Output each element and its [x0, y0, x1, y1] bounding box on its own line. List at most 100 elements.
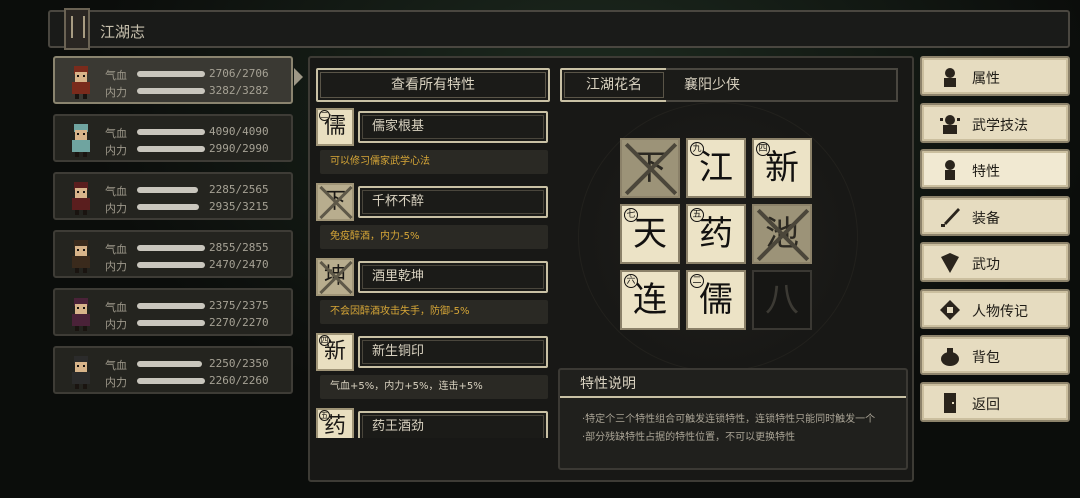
nav-sword-button[interactable]: 装备	[920, 195, 1070, 236]
mp-bar	[137, 204, 199, 210]
hp-value: 2855/2855	[209, 241, 269, 254]
trait-effect: 免疫醉酒，内力-5%	[320, 225, 548, 249]
mp-label: 内力	[105, 376, 127, 389]
mp-label: 内力	[105, 318, 127, 331]
character-card[interactable]: 气血 4090/4090 内力 2990/2990	[53, 114, 293, 162]
trait-glyph-icon: 二 儒	[316, 108, 354, 146]
nav-bag-button[interactable]: 背包	[920, 335, 1070, 375]
trait-slot[interactable]: 七 天	[620, 204, 680, 264]
nav-scroll-book-button[interactable]: 武功	[920, 242, 1070, 282]
selection-arrow-icon	[294, 68, 303, 86]
trait-item[interactable]: 四 新 新生铜印 气血+5%，内力+5%，连击+5%	[316, 333, 548, 407]
trait-glyph-icon: 五 药	[316, 408, 354, 438]
slot-number: 六	[624, 274, 638, 288]
nav-label: 属性	[972, 71, 1000, 87]
view-all-traits-button[interactable]: 查看所有特性	[316, 68, 550, 102]
trait-slot[interactable]: 池	[752, 204, 812, 264]
character-avatar	[72, 182, 90, 215]
nav-biography-button[interactable]: 人物传记	[920, 288, 1070, 329]
trait-slot[interactable]: 下	[620, 138, 680, 198]
trait-name: 儒家根基	[358, 111, 548, 143]
mp-bar	[137, 262, 205, 268]
trait-slot[interactable]: 九 江	[686, 138, 746, 198]
trait-item[interactable]: 下 千杯不醉 免疫醉酒，内力-5%	[316, 183, 548, 257]
character-card[interactable]: 气血 2375/2375 内力 2270/2270	[53, 288, 293, 336]
page-title: 江湖志	[100, 23, 146, 41]
trait-name: 千杯不醉	[358, 186, 548, 218]
character-avatar	[72, 124, 90, 157]
nav-label: 武学技法	[972, 117, 1028, 134]
character-card[interactable]: 气血 2250/2350 内力 2260/2260	[53, 346, 293, 394]
description-line: ·部分残缺特性占据的特性位置，不可以更换特性	[582, 432, 796, 443]
empty-trait-slot[interactable]: 八	[752, 270, 812, 330]
slot-number: 二	[690, 274, 704, 288]
character-card[interactable]: 气血 2855/2855 内力 2470/2470	[53, 230, 293, 278]
hp-bar	[137, 361, 202, 367]
nav-label: 武功	[972, 257, 1000, 273]
character-card[interactable]: 气血 2285/2565 内力 2935/3215	[53, 172, 293, 220]
character-avatar	[72, 298, 90, 331]
trait-list[interactable]: 二 儒 儒家根基 可以修习儒家武学心法 下 千杯不醉 免疫醉酒，内力-5% 坤 …	[316, 108, 550, 438]
slot-glyph: 八	[765, 280, 799, 320]
slot-glyph: 新	[765, 148, 799, 188]
description-line: ·特定个三个特性组合可触发连锁特性，连锁特性只能同时触发一个	[582, 414, 876, 425]
hp-value: 2706/2706	[209, 67, 269, 80]
mp-value: 2270/2270	[209, 316, 269, 329]
trait-glyph: 坤	[323, 264, 346, 289]
hp-row: 气血 4090/4090	[105, 124, 291, 140]
hp-bar	[137, 187, 198, 193]
hp-label: 气血	[105, 301, 127, 314]
hp-row: 气血 2285/2565	[105, 182, 291, 198]
mp-value: 2260/2260	[209, 374, 269, 387]
nav-traits-button[interactable]: 特性	[920, 149, 1070, 189]
hp-value: 2375/2375	[209, 299, 269, 312]
hp-value: 2285/2565	[209, 183, 269, 196]
hp-row: 气血 2250/2350	[105, 356, 291, 372]
slot-glyph: 江	[699, 148, 733, 188]
slot-glyph: 天	[633, 214, 667, 254]
mp-value: 2935/3215	[209, 200, 269, 213]
trait-item[interactable]: 二 儒 儒家根基 可以修习儒家武学心法	[316, 108, 548, 182]
attributes-icon	[944, 68, 956, 87]
nav-attributes-button[interactable]: 属性	[920, 56, 1070, 96]
trait-name: 新生铜印	[358, 336, 548, 368]
martial-skills-icon	[940, 114, 960, 134]
slot-number: 七	[624, 208, 638, 222]
mp-row: 内力 3282/3282	[105, 83, 291, 99]
door-icon	[944, 392, 956, 413]
mp-bar	[137, 88, 205, 94]
trait-item[interactable]: 五 药 药王酒劲	[316, 408, 548, 438]
nav-label: 装备	[972, 210, 1000, 227]
hp-row: 气血 2855/2855	[105, 240, 291, 256]
mp-row: 内力 2260/2260	[105, 373, 291, 389]
hp-value: 2250/2350	[209, 357, 269, 370]
nickname-value: 襄阳少侠	[684, 77, 740, 93]
mp-bar	[137, 146, 205, 152]
trait-number: 二	[319, 110, 330, 121]
character-card[interactable]: 气血 2706/2706 内力 3282/3282	[53, 56, 293, 104]
scroll-book-icon	[941, 253, 959, 273]
trait-slot[interactable]: 六 连	[620, 270, 680, 330]
mp-value: 3282/3282	[209, 84, 269, 97]
hp-bar	[137, 245, 205, 251]
slot-glyph: 池	[765, 214, 799, 254]
trait-slot[interactable]: 四 新	[752, 138, 812, 198]
biography-icon	[940, 299, 960, 320]
trait-item[interactable]: 坤 酒里乾坤 不会因醉酒攻击失手，防御-5%	[316, 258, 548, 332]
hp-bar	[137, 71, 205, 77]
mp-label: 内力	[105, 202, 127, 215]
view-all-traits-label: 查看所有特性	[391, 77, 475, 93]
nav-martial-skills-button[interactable]: 武学技法	[920, 102, 1070, 143]
nav-door-button[interactable]: 返回	[920, 381, 1070, 422]
slot-number: 五	[690, 208, 704, 222]
trait-glyph-icon: 下	[316, 183, 354, 221]
slot-number: 四	[756, 142, 770, 156]
trait-slot[interactable]: 五 药	[686, 204, 746, 264]
trait-slot[interactable]: 二 儒	[686, 270, 746, 330]
nickname-field[interactable]: 襄阳少侠	[666, 68, 898, 102]
slot-glyph: 连	[633, 280, 667, 320]
trait-grid: 下 九 江 四 新 七 天 五 药 池 六 连 二 儒 八	[620, 138, 816, 334]
nav-label: 背包	[972, 350, 1000, 366]
slot-glyph: 药	[699, 214, 733, 254]
trait-description-panel: 特性说明 ·特定个三个特性组合可触发连锁特性，连锁特性只能同时触发一个 ·部分残…	[558, 368, 908, 470]
